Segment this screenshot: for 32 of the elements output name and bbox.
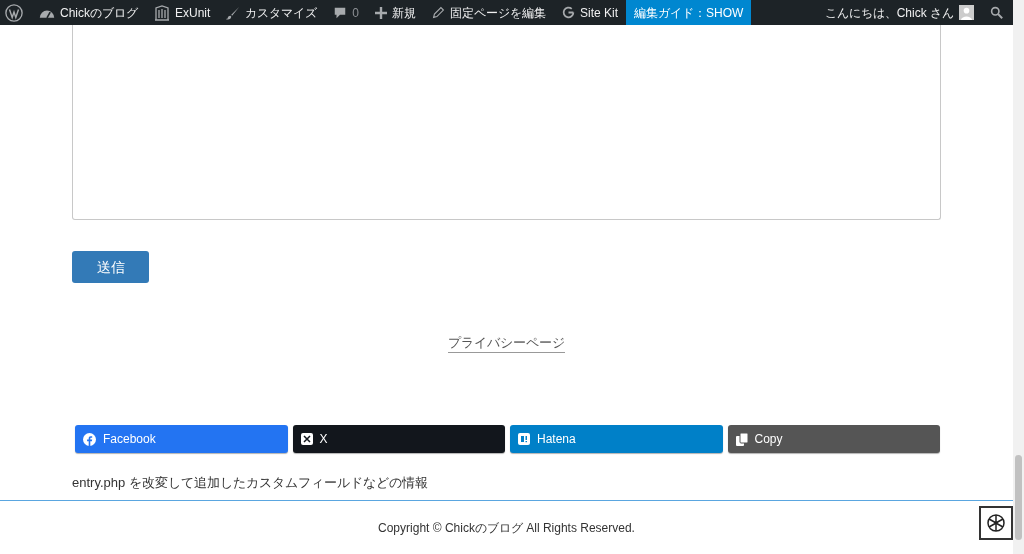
scrollbar-thumb[interactable] — [1015, 455, 1022, 540]
admin-bar-item[interactable]: 新規 — [367, 0, 425, 25]
share-button[interactable]: Facebook — [75, 425, 288, 453]
share-button[interactable]: Copy — [727, 425, 940, 453]
search-icon — [990, 6, 1003, 19]
plus-icon — [375, 6, 388, 19]
scrollbar[interactable] — [1013, 0, 1024, 554]
custom-field-text: entry.php を改変して追加したカスタムフィールドなどの情報 — [72, 474, 429, 492]
admin-bar-item[interactable]: Chickのブログ — [31, 0, 146, 25]
pencil-icon — [432, 6, 446, 19]
admin-bar-item[interactable]: 編集ガイド：SHOW — [626, 0, 752, 25]
copy-icon — [735, 432, 748, 446]
wordpress-icon — [5, 3, 23, 22]
chat-widget-button[interactable] — [979, 506, 1013, 540]
x-logo-icon — [300, 433, 313, 445]
admin-bar-item[interactable]: カスタマイズ — [218, 0, 326, 25]
admin-bar-item[interactable]: Site Kit — [554, 0, 627, 25]
submit-button[interactable]: 送信 — [72, 251, 149, 283]
comment-icon — [333, 5, 348, 20]
share-button[interactable]: Hatena — [510, 425, 723, 453]
share-button[interactable]: X — [292, 425, 505, 453]
admin-bar-item[interactable]: 固定ページを編集 — [424, 0, 555, 25]
copyright-text: Copyright © Chickのブログ All Rights Reserved. — [378, 519, 635, 536]
privacy-link[interactable]: プライバシーページ — [448, 334, 565, 353]
admin-bar-item[interactable]: 0 — [325, 0, 368, 25]
account-menu[interactable]: こんにちは、Chick さん — [818, 3, 980, 22]
google-g-icon — [562, 6, 576, 19]
hatena-bookmark-icon — [518, 433, 530, 445]
building-icon — [154, 4, 170, 21]
admin-bar-item[interactable]: ExUnit — [146, 0, 219, 25]
facebook-icon — [83, 432, 96, 446]
avatar-icon — [959, 5, 974, 20]
